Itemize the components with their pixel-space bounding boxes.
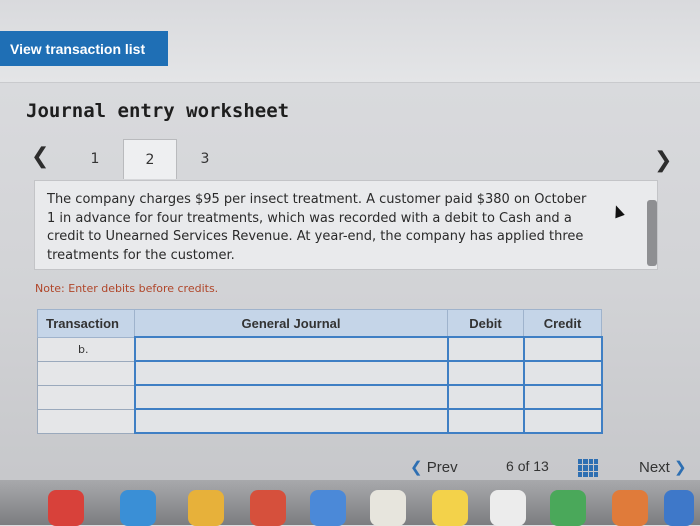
- view-transaction-list-button[interactable]: View transaction list: [0, 31, 168, 66]
- taskbar-dock: [0, 480, 700, 525]
- tab-3[interactable]: 3: [178, 139, 232, 179]
- dock-app-icon[interactable]: [120, 490, 156, 526]
- page-indicator: 6 of 13: [506, 458, 549, 474]
- calendar-icon[interactable]: [370, 490, 406, 526]
- transaction-cell: b.: [37, 336, 135, 362]
- tab-2[interactable]: 2: [123, 139, 177, 179]
- transaction-cell: [37, 408, 135, 434]
- page-title: Journal entry worksheet: [26, 100, 290, 122]
- table-row: [37, 408, 603, 434]
- chevron-left-icon: ❮: [410, 459, 423, 476]
- chevron-right-icon: ❯: [674, 459, 687, 476]
- credit-input[interactable]: [522, 384, 603, 410]
- dock-app-icon[interactable]: [250, 490, 286, 526]
- general-journal-input[interactable]: [133, 384, 449, 410]
- general-journal-input[interactable]: [133, 408, 449, 434]
- dock-app-icon[interactable]: [188, 490, 224, 526]
- debit-input[interactable]: [446, 336, 525, 362]
- question-text: The company charges $95 per insect treat…: [47, 192, 587, 263]
- page-of-label: of: [517, 458, 530, 474]
- general-journal-input[interactable]: [133, 336, 449, 362]
- scrollbar[interactable]: [647, 200, 657, 266]
- transaction-cell: [37, 360, 135, 386]
- table-row: [37, 360, 603, 386]
- dock-app-icon[interactable]: [310, 490, 346, 526]
- tab-1[interactable]: 1: [68, 139, 122, 179]
- dock-app-icon[interactable]: [612, 490, 648, 526]
- note-text: Note: Enter debits before credits.: [35, 282, 219, 295]
- general-journal-input[interactable]: [133, 360, 449, 386]
- chevron-right-icon[interactable]: ❯: [654, 148, 672, 173]
- chevron-left-icon[interactable]: ❮: [31, 144, 49, 169]
- column-header-transaction: Transaction: [37, 309, 135, 338]
- total-pages: 13: [533, 458, 549, 474]
- next-button[interactable]: Next ❯: [639, 458, 687, 476]
- current-page: 6: [506, 458, 514, 474]
- journal-table: Transaction General Journal Debit Credit…: [37, 309, 603, 434]
- prev-button[interactable]: ❮ Prev: [410, 458, 458, 476]
- dock-app-icon[interactable]: [432, 490, 468, 526]
- debit-input[interactable]: [446, 408, 525, 434]
- debit-input[interactable]: [446, 360, 525, 386]
- dock-app-icon[interactable]: [664, 490, 694, 526]
- dock-app-icon[interactable]: [48, 490, 84, 526]
- column-header-credit: Credit: [523, 309, 602, 338]
- question-box: The company charges $95 per insect treat…: [34, 180, 658, 270]
- table-row: b.: [37, 336, 603, 362]
- transaction-cell: [37, 384, 135, 410]
- prev-label: Prev: [426, 459, 458, 476]
- grid-icon[interactable]: [578, 459, 598, 477]
- dock-app-icon[interactable]: [490, 490, 526, 526]
- credit-input[interactable]: [522, 360, 603, 386]
- table-row: [37, 384, 603, 410]
- column-header-general-journal: General Journal: [134, 309, 448, 338]
- credit-input[interactable]: [522, 408, 603, 434]
- next-label: Next: [639, 459, 670, 476]
- debit-input[interactable]: [446, 384, 525, 410]
- dock-app-icon[interactable]: [550, 490, 586, 526]
- column-header-debit: Debit: [447, 309, 524, 338]
- credit-input[interactable]: [522, 336, 603, 362]
